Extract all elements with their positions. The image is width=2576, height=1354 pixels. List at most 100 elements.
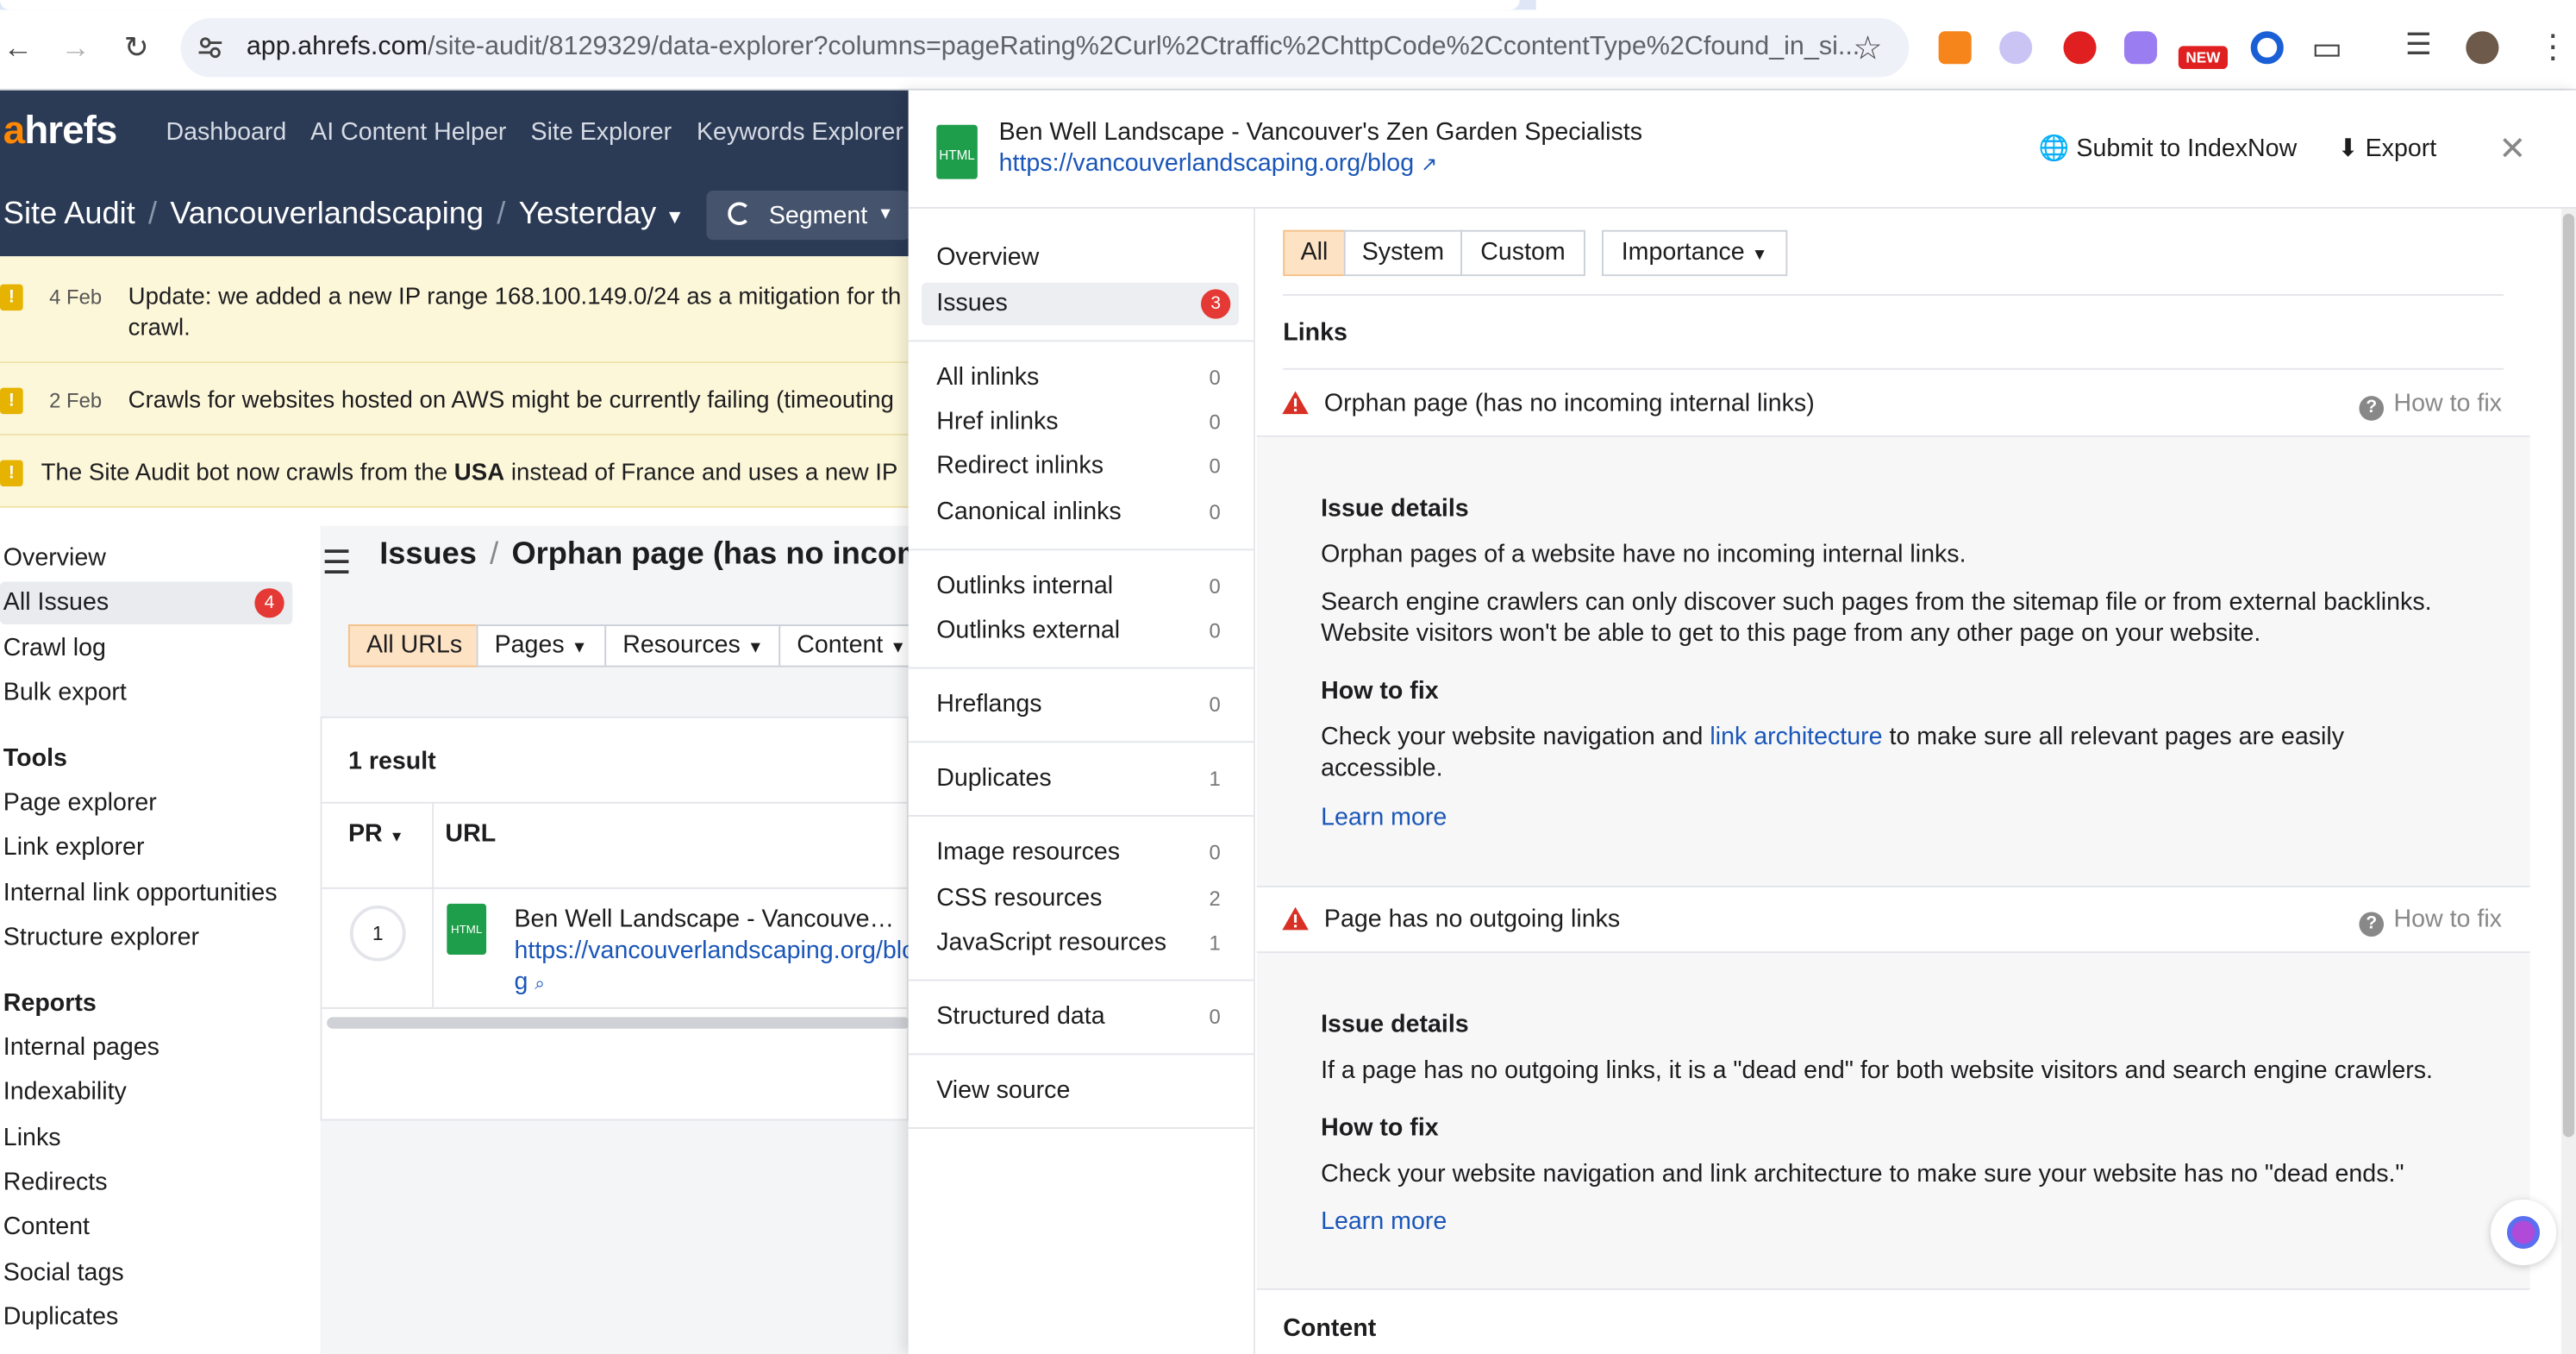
issue-details-no-outgoing [1256, 953, 2530, 1288]
close-icon[interactable]: ✕ [2498, 129, 2526, 170]
link-architecture-link[interactable]: link architecture [1710, 723, 1882, 750]
nav-keywords-explorer[interactable]: Keywords Explorer [697, 118, 903, 146]
nav-dashboard[interactable]: Dashboard [166, 118, 286, 146]
warning-icon: ! [0, 387, 23, 415]
segment-button[interactable]: Segment ▼ [706, 191, 910, 241]
back-icon[interactable]: ← [0, 29, 36, 66]
sidebar-item-crawl-log[interactable]: Crawl log [3, 634, 106, 661]
sidebar-item-all-issues[interactable]: All Issues 4 [0, 581, 293, 625]
export-button[interactable]: ⬇ Export [2338, 133, 2437, 162]
panel-nav-outlinks-internal[interactable]: Outlinks internal [936, 572, 1113, 599]
panel-page-url[interactable]: https://vancouverlandscaping.org/blog ↗ [999, 149, 1438, 177]
column-header-pr[interactable]: PR ▼ [348, 820, 404, 848]
filter-all-urls[interactable]: All URLs [347, 624, 481, 668]
row-page-url-cont[interactable]: g ⌕ [514, 968, 545, 995]
panel-nav-outlinks-external[interactable]: Outlinks external [936, 617, 1120, 644]
filter-content[interactable]: Content ▼ [778, 624, 910, 668]
how-to-fix-link[interactable]: ? How to fix [2359, 906, 2502, 937]
sidebar-item-link-explorer[interactable]: Link explorer [3, 833, 145, 861]
tab-system[interactable]: System [1343, 229, 1462, 277]
row-page-url[interactable]: https://vancouverlandscaping.org/blo [514, 937, 916, 964]
help-icon: ? [2359, 912, 2385, 937]
media-control-icon[interactable]: ☰ [2405, 28, 2432, 62]
tab-all[interactable]: All [1283, 229, 1346, 277]
sidebar-item-bulk-export[interactable]: Bulk export [3, 679, 127, 706]
panel-nav-css-resources[interactable]: CSS resources [936, 884, 1102, 912]
metamask-extension-icon[interactable] [1938, 31, 1972, 65]
sidebar-item-internal-link-opportunities[interactable]: Internal link opportunities [3, 879, 278, 906]
horizontal-scrollbar[interactable] [327, 1017, 910, 1029]
sidebar-item-page-explorer[interactable]: Page explorer [3, 789, 157, 817]
scrollbar-thumb[interactable] [2562, 213, 2575, 1138]
filter-resources[interactable]: Resources ▼ [604, 624, 782, 668]
hamburger-menu-icon[interactable]: ☰ [322, 542, 351, 584]
tab-custom[interactable]: Custom [1460, 229, 1585, 277]
site-settings-icon[interactable] [197, 34, 223, 60]
sidebar-item-redirects[interactable]: Redirects [3, 1169, 108, 1196]
sidebar-heading-tools: Tools [3, 744, 67, 773]
inactive-tab[interactable] [1535, 0, 2576, 10]
sidebar-item-internal-pages[interactable]: Internal pages [3, 1033, 159, 1061]
chevron-down-icon: ▼ [877, 205, 894, 224]
breadcrumb: Site Audit / Vancouverlandscaping / Yesterda… [3, 197, 685, 232]
sidebar-item-links[interactable]: Links [3, 1124, 61, 1151]
url-text[interactable]: app.ahrefs.com/site-audit/8129329/data-e… [247, 33, 1860, 62]
ai-assistant-button[interactable] [2490, 1199, 2557, 1266]
active-tab[interactable] [0, 0, 1520, 10]
chevron-down-icon[interactable]: ▼ [665, 205, 685, 229]
panel-nav-redirect-inlinks[interactable]: Redirect inlinks [936, 452, 1104, 480]
panel-nav-all-inlinks[interactable]: All inlinks [936, 363, 1039, 391]
panel-nav-view-source[interactable]: View source [936, 1076, 1070, 1104]
search-icon: ⌕ [535, 974, 546, 994]
filter-pages[interactable]: Pages ▼ [476, 624, 606, 668]
issue-title-orphan-page[interactable]: Orphan page (has no incoming internal li… [1324, 390, 1815, 417]
bookmark-star-icon[interactable]: ☆ [1854, 28, 1883, 69]
brain-icon [2506, 1215, 2541, 1250]
forward-icon[interactable]: → [58, 29, 94, 66]
new-extension-badge[interactable]: NEW [2178, 46, 2229, 70]
nav-ai-content-helper[interactable]: AI Content Helper [310, 118, 506, 146]
breadcrumb-crawl-date[interactable]: Yesterday [519, 197, 657, 232]
learn-more-link[interactable]: Learn more [1321, 802, 1447, 833]
panel-nav-image-resources[interactable]: Image resources [936, 838, 1120, 866]
sidebar-item-content[interactable]: Content [3, 1213, 90, 1240]
extensions-puzzle-icon[interactable]: ▭ [2311, 28, 2342, 69]
panel-nav-issues[interactable]: Issues 3 [922, 282, 1239, 326]
circle-extension-icon[interactable] [2250, 31, 2284, 65]
sidebar-item-overview[interactable]: Overview [3, 544, 106, 572]
ai-extension-icon[interactable] [1999, 31, 2033, 65]
error-triangle-icon [1282, 391, 1309, 415]
issue-title-no-outgoing-links[interactable]: Page has no outgoing links [1324, 906, 1620, 933]
sidebar-item-indexability[interactable]: Indexability [3, 1078, 127, 1106]
panel-nav-structured-data[interactable]: Structured data [936, 1002, 1104, 1030]
sidebar-item-social-tags[interactable]: Social tags [3, 1258, 124, 1286]
panel-nav-duplicates[interactable]: Duplicates [936, 764, 1051, 792]
panel-nav-hreflangs[interactable]: Hreflangs [936, 690, 1041, 718]
sidebar-heading-reports: Reports [3, 989, 97, 1018]
panel-nav-javascript-resources[interactable]: JavaScript resources [936, 929, 1166, 956]
how-to-fix-heading: How to fix [1321, 677, 1439, 705]
purple-extension-icon[interactable] [2123, 31, 2158, 65]
sidebar-item-duplicates[interactable]: Duplicates [3, 1303, 118, 1331]
panel-page-title: Ben Well Landscape - Vancouver's Zen Gar… [998, 118, 1643, 147]
breadcrumb-project[interactable]: Vancouverlandscaping [170, 197, 484, 232]
panel-nav-overview[interactable]: Overview [936, 243, 1039, 271]
submit-indexnow-button[interactable]: 🌐 Submit to IndexNow [2039, 133, 2297, 162]
learn-more-link[interactable]: Learn more [1321, 1207, 1447, 1238]
browser-menu-icon[interactable]: ⋮ [2536, 26, 2569, 67]
importance-dropdown[interactable]: Importance ▼ [1601, 229, 1788, 277]
warning-icon: ! [0, 284, 23, 311]
row-page-title[interactable]: Ben Well Landscape - Vancouve… [514, 906, 894, 933]
sidebar-item-structure-explorer[interactable]: Structure explorer [3, 924, 199, 951]
panel-nav-href-inlinks[interactable]: Href inlinks [936, 408, 1058, 436]
how-to-fix-link[interactable]: ? How to fix [2359, 390, 2502, 421]
nav-site-explorer[interactable]: Site Explorer [531, 118, 672, 146]
profile-avatar[interactable] [2466, 31, 2499, 65]
panel-nav-canonical-inlinks[interactable]: Canonical inlinks [936, 498, 1122, 525]
reload-icon[interactable]: ↻ [118, 29, 154, 66]
ahrefs-logo[interactable]: ahrefs [3, 109, 118, 154]
adblock-extension-icon[interactable] [2063, 31, 2097, 65]
column-header-url[interactable]: URL [445, 820, 496, 848]
html-file-icon: HTML [447, 903, 487, 956]
breadcrumb-site-audit[interactable]: Site Audit [3, 197, 135, 232]
